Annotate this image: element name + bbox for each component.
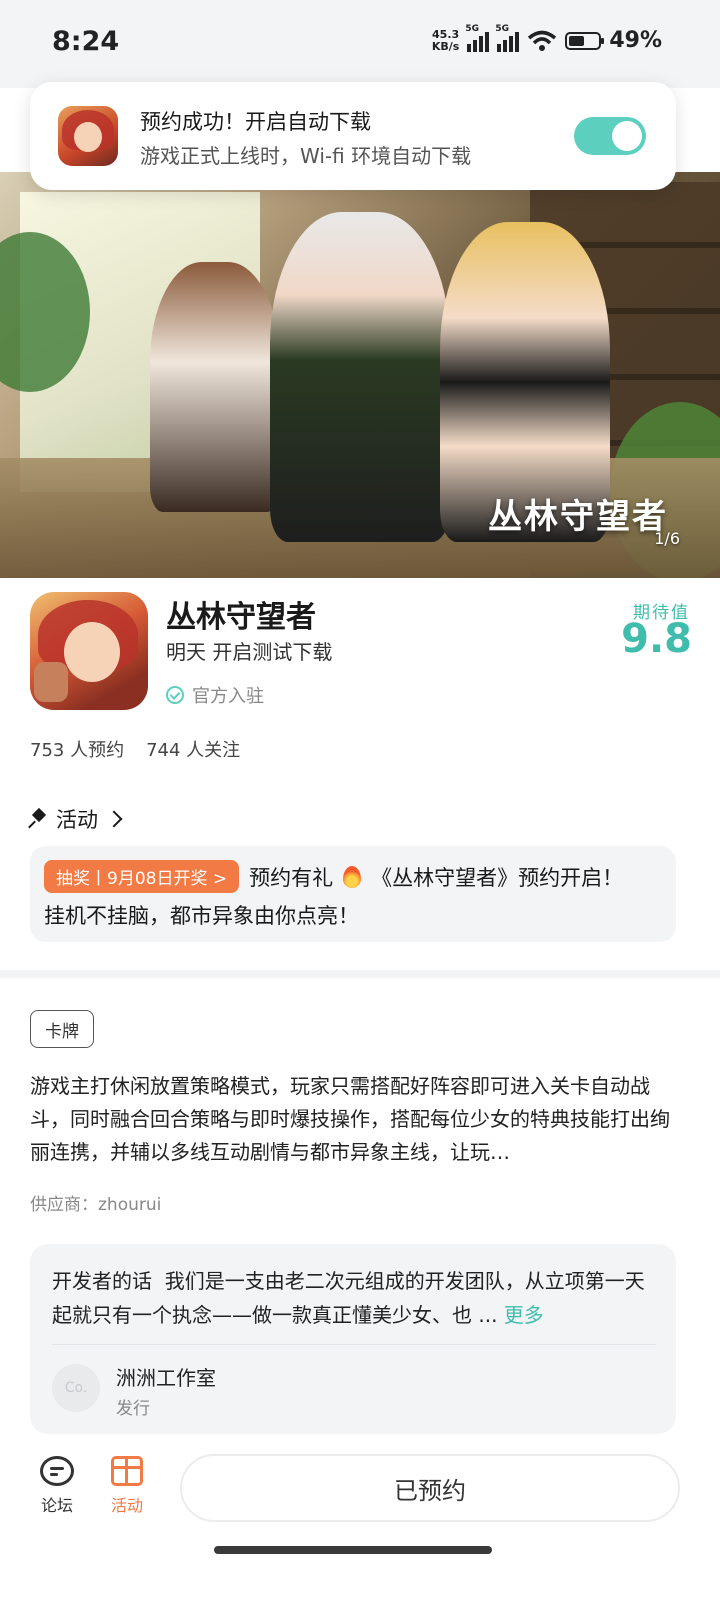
activity-line2: 挂机不挂脑，都市异象由你点亮！ (44, 904, 359, 928)
network-speed-value: 45.3 (432, 27, 460, 41)
toast-game-icon (58, 106, 118, 166)
reservation-count: 753 人预约 (30, 740, 125, 761)
reserved-button[interactable]: 已预约 (180, 1454, 680, 1522)
section-divider (0, 970, 720, 978)
hero-character-2 (270, 212, 450, 542)
activity-gift-text: 预约有礼 (249, 865, 334, 890)
toast-subtitle: 游戏正式上线时，Wi-fi 环境自动下载 (140, 144, 472, 168)
official-label: 官方入驻 (192, 686, 264, 707)
status-time: 8:24 (52, 26, 120, 57)
home-indicator[interactable] (214, 1546, 492, 1554)
activity-heading[interactable]: 活动 (30, 804, 123, 834)
sim1-label: 5G (465, 23, 479, 34)
network-speed: 45.3 KB/s (431, 27, 460, 53)
lottery-badge[interactable]: 抽奖丨9月08日开奖 > (44, 860, 240, 893)
game-description[interactable]: 游戏主打休闲放置策略模式，玩家只需搭配好阵容即可进入关卡自动战斗，同时融合回合策… (30, 1070, 680, 1169)
developer-card[interactable]: 开发者的话 我们是一支由老二次元组成的开发团队，从立项第一天起就只有一个执念——… (30, 1244, 676, 1434)
activity-line1: 抽奖丨9月08日开奖 > 预约有礼 《丛林守望者》预约开启！ (44, 860, 623, 893)
hero-banner[interactable]: 丛林守望者 1/6 (0, 172, 720, 578)
studio-role: 发行 (116, 1399, 150, 1419)
developer-note: 开发者的话 我们是一支由老二次元组成的开发团队，从立项第一天起就只有一个执念——… (52, 1264, 658, 1332)
auto-download-toggle[interactable] (574, 117, 646, 155)
battery-percent: 49% (609, 28, 662, 53)
supplier-label: 供应商：zhourui (30, 1195, 162, 1215)
forum-icon (40, 1456, 74, 1486)
activity-heading-label: 活动 (56, 808, 98, 832)
toast-title: 预约成功！开启自动下载 (140, 110, 371, 134)
pin-icon (30, 810, 48, 828)
chevron-right-icon (105, 810, 123, 828)
developer-separator (52, 1344, 656, 1345)
hero-page-counter: 1/6 (654, 529, 680, 548)
fire-icon (343, 865, 362, 888)
activity-card[interactable]: 抽奖丨9月08日开奖 > 预约有礼 《丛林守望者》预约开启！ 挂机不挂脑，都市异… (30, 846, 676, 942)
nav-activity-label: 活动 (110, 1496, 143, 1515)
studio-avatar[interactable]: Co. (52, 1364, 100, 1412)
more-link[interactable]: 更多 (504, 1303, 544, 1327)
game-subtitle: 明天 开启测试下载 (166, 640, 333, 664)
nav-forum[interactable]: 论坛 (27, 1456, 87, 1516)
reservation-toast: 预约成功！开启自动下载 游戏正式上线时，Wi-fi 环境自动下载 (30, 82, 676, 190)
official-badge: 官方入驻 (166, 682, 264, 708)
battery-icon (565, 31, 605, 50)
status-icons: 45.3 KB/s 5G 5G 49% (431, 24, 662, 54)
signal-icon: 5G (465, 24, 490, 52)
game-icon (30, 592, 148, 710)
follower-count: 744 人关注 (146, 740, 241, 761)
studio-name[interactable]: 洲洲工作室 (116, 1362, 216, 1391)
nav-activity[interactable]: 活动 (97, 1456, 157, 1516)
developer-note-label: 开发者的话 (52, 1269, 152, 1293)
nav-forum-label: 论坛 (40, 1496, 73, 1515)
genre-tag[interactable]: 卡牌 (30, 1010, 94, 1048)
expect-score: 9.8 (621, 616, 692, 662)
hero-character-1 (150, 262, 280, 512)
wifi-icon (528, 30, 557, 51)
verified-icon (166, 686, 184, 704)
gift-icon (111, 1456, 143, 1486)
sim2-label: 5G (495, 23, 509, 34)
game-title: 丛林守望者 (166, 600, 316, 635)
game-stats: 753 人预约 744 人关注 (30, 736, 240, 762)
activity-title-text: 《丛林守望者》预约开启！ (371, 865, 624, 890)
hero-game-logo: 丛林守望者 (488, 497, 668, 537)
status-bar: 8:24 45.3 KB/s 5G 5G 49% (0, 0, 720, 88)
network-speed-unit: KB/s (431, 39, 460, 53)
signal-icon-2: 5G (495, 24, 520, 52)
